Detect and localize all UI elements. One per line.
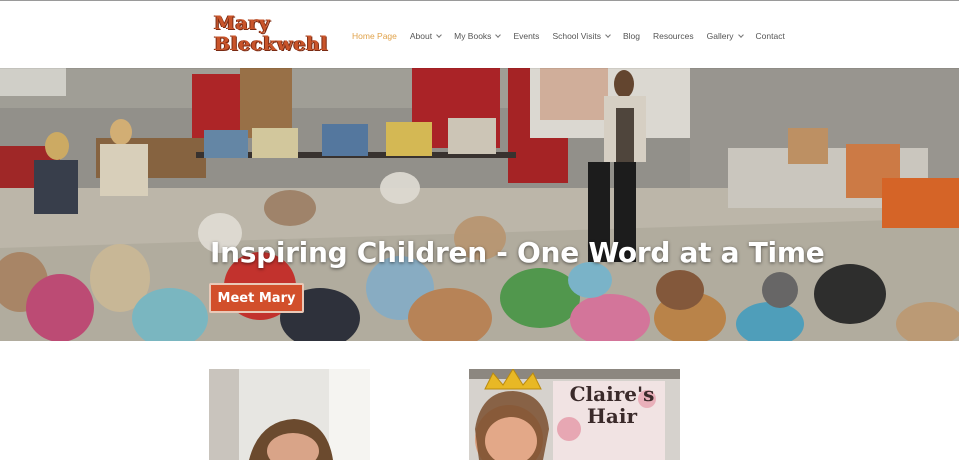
nav-item-gallery[interactable]: Gallery [706, 31, 744, 41]
nav-label: School Visits [552, 31, 601, 41]
nav-label: About [409, 31, 433, 41]
nav-item-about[interactable]: About [409, 31, 442, 41]
nav-label: Blog [622, 31, 640, 41]
logo-line-first: Mary [214, 12, 271, 34]
nav-label: Resources [652, 31, 694, 41]
nav-item-events[interactable]: Events [513, 31, 539, 41]
chevron-down-icon [495, 32, 502, 38]
site-logo[interactable]: Mary Bleckwehl [214, 13, 338, 57]
nav-item-resources[interactable]: Resources [653, 31, 694, 41]
site-header: Mary Bleckwehl Home Page About My Books … [0, 0, 959, 68]
book-title-line1: Claire's [569, 382, 655, 406]
nav-item-contact[interactable]: Contact [756, 31, 785, 41]
meet-mary-button[interactable]: Meet Mary [209, 283, 304, 313]
nav-label: My Books [454, 31, 492, 41]
nav-item-home-page[interactable]: Home Page [352, 31, 397, 41]
nav-item-blog[interactable]: Blog [623, 31, 640, 41]
nav-label: Contact [755, 31, 785, 41]
nav-item-school-visits[interactable]: School Visits [552, 31, 611, 41]
logo-line-second: Bleckwehl [214, 33, 329, 55]
nav-item-my-books[interactable]: My Books [454, 31, 502, 41]
nav-label: Home Page [352, 31, 397, 41]
author-photo-image [209, 369, 370, 460]
nav-label: Gallery [706, 31, 734, 41]
main-nav: Home Page About My Books Events School V… [352, 29, 798, 43]
nav-label: Events [513, 31, 540, 41]
book-title-line2: Hair [587, 404, 637, 428]
hero-background-photo [0, 68, 959, 341]
hero-title: Inspiring Children - One Word at a Time [210, 236, 825, 269]
chevron-down-icon [737, 32, 744, 38]
chevron-down-icon [436, 32, 442, 38]
hero-banner: Inspiring Children - One Word at a Time … [0, 68, 959, 341]
book-photo: Claire's Hair [469, 369, 680, 460]
book-title: Claire's Hair [557, 383, 667, 427]
chevron-down-icon [605, 32, 611, 38]
author-photo [209, 369, 370, 460]
